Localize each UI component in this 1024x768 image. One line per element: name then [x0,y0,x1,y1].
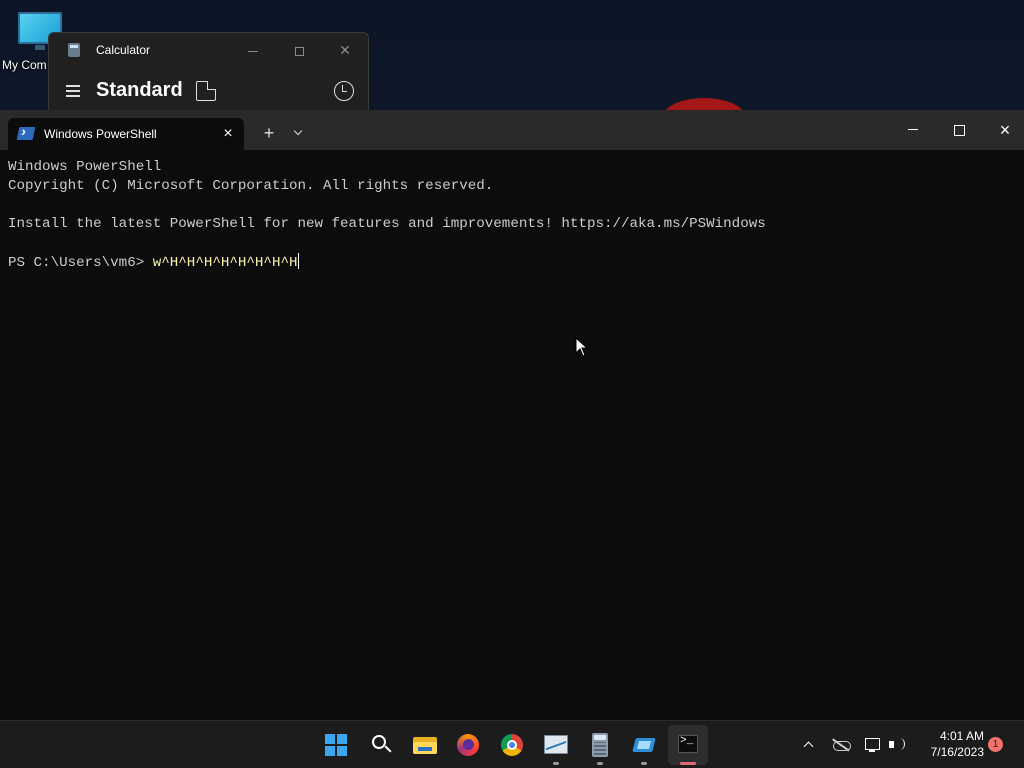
calculator-header: Standard [49,73,368,109]
firefox-button[interactable] [448,725,488,765]
running-indicator [553,762,559,765]
terminal-minimize-button[interactable] [890,116,936,144]
calculator-taskbar-button[interactable] [580,725,620,765]
chrome-button[interactable] [492,725,532,765]
tab-windows-powershell[interactable]: Windows PowerShell × [8,118,244,150]
calculator-title: Calculator [96,43,151,57]
terminal-prompt: PS C:\Users\vm6> [8,255,153,271]
terminal-prompt-line[interactable]: PS C:\Users\vm6> w^H^H^H^H^H^H^H^H [8,253,1016,272]
tab-close-button[interactable]: × [218,124,238,144]
calculator-close-button[interactable]: ✕ [325,37,365,63]
remote-desktop-button[interactable] [624,725,664,765]
calculator-maximize-button[interactable] [279,37,319,63]
new-tab-button[interactable]: + [258,122,280,144]
minimize-icon [248,50,258,52]
tab-title: Windows PowerShell [44,127,157,141]
keep-on-top-icon[interactable] [196,81,216,101]
terminal-window[interactable]: Windows PowerShell × + × Windows PowerSh… [0,110,1024,720]
terminal-tabbar[interactable]: Windows PowerShell × + × [0,110,1024,150]
search-button[interactable] [360,725,400,765]
show-hidden-icons-chevron-up-icon[interactable] [799,733,819,757]
calculator-app-icon [68,43,80,57]
close-icon: ✕ [339,42,351,58]
powershell-icon [16,127,36,140]
terminal-maximize-button[interactable] [936,116,982,144]
calculator-minimize-button[interactable] [233,37,273,63]
terminal-output[interactable]: Windows PowerShell Copyright (C) Microso… [8,158,1016,714]
clock-date: 7/16/2023 [930,745,984,759]
performance-monitor-button[interactable] [536,725,576,765]
text-cursor [297,253,299,269]
terminal-line: Copyright (C) Microsoft Corporation. All… [8,178,494,194]
running-indicator [597,762,603,765]
maximize-icon [294,46,304,56]
file-explorer-button[interactable] [404,725,444,765]
calculator-mode-title: Standard [96,79,183,101]
volume-icon[interactable] [886,733,908,757]
terminal-line: Install the latest PowerShell for new fe… [8,216,766,232]
notification-badge[interactable]: 1 [988,737,1003,752]
terminal-typed-input[interactable]: w^H^H^H^H^H^H^H^H [153,255,298,271]
terminal-line: Windows PowerShell [8,159,162,175]
terminal-close-button[interactable]: × [982,116,1024,144]
clock[interactable]: 4:01 AM 7/16/2023 [914,728,984,760]
active-indicator [680,762,696,765]
network-icon[interactable] [862,733,882,757]
running-indicator [641,762,647,765]
start-button[interactable] [316,725,356,765]
terminal-taskbar-button[interactable]: >_ [668,725,708,765]
onedrive-offline-icon[interactable] [830,733,852,757]
chevron-down-icon[interactable] [288,122,310,144]
clock-time: 4:01 AM [939,729,984,743]
history-icon[interactable] [334,81,354,101]
calculator-window[interactable]: Calculator ✕ Standard [48,32,369,122]
taskbar: >_ 4:01 AM 7/16/2023 1 [0,720,1024,768]
menu-icon[interactable] [63,81,83,101]
calculator-titlebar[interactable]: Calculator ✕ [49,33,368,67]
